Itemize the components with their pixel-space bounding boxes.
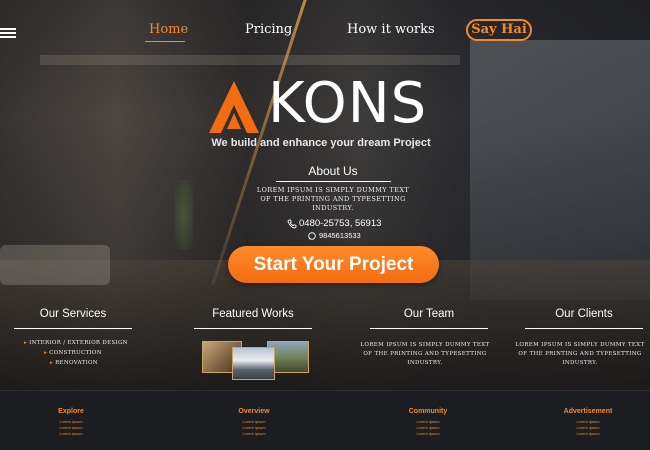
start-your-project-button[interactable]: Start Your Project [228,246,439,283]
services-title: Our Services [39,308,107,320]
footer-column-overview: Overview Lorem ipsum Lorem ipsum Lorem i… [229,408,279,437]
phone-icon [287,219,297,228]
team-text: Lorem Ipsum is simply dummy text of the … [360,342,490,366]
footer-column-explore: Explore Lorem ipsum Lorem ipsum Lorem ip… [46,408,96,437]
footer-column-title: Community [408,408,448,415]
footer: Explore Lorem ipsum Lorem ipsum Lorem ip… [0,390,650,450]
team-title: Our Team [403,308,455,320]
plant-shape [175,180,193,250]
say-hai-button[interactable]: Say Hai [466,19,532,41]
whatsapp-icon [308,231,316,240]
about-us-text: Lorem Ipsum is simply dummy text of the … [256,186,410,212]
nav-home-link[interactable]: Home [149,22,188,37]
clients-title: Our Clients [555,308,613,320]
footer-link[interactable]: Lorem ipsum [46,431,96,437]
clients-divider [525,328,643,329]
about-divider [276,181,391,182]
services-list: Interior / Exterior Design Construction … [24,338,134,368]
nav-home-active-underline [145,41,185,42]
phone-row: 0480-25753, 56913 [287,218,381,229]
footer-link[interactable]: Lorem ipsum [403,431,453,437]
about-us-title: About Us [308,164,358,178]
whatsapp-number: 9845613533 [319,231,361,240]
footer-column-title: Overview [238,408,270,415]
service-item[interactable]: Interior / Exterior Design [24,338,134,348]
footer-link[interactable]: Lorem ipsum [229,431,279,437]
footer-column-title: Advertisement [563,408,613,415]
nav-pricing-link[interactable]: Pricing [245,22,292,37]
clients-text: Lorem Ipsum is simply dummy text of the … [515,342,645,366]
featured-works-divider [194,328,312,329]
hamburger-menu-icon[interactable] [0,28,16,39]
whatsapp-row: 9845613533 [308,231,361,240]
phone-number: 0480-25753, 56913 [299,218,382,229]
ceiling-light [40,55,460,65]
footer-link[interactable]: Lorem ipsum [558,431,618,437]
logo-a-icon [209,81,259,133]
footer-column-advertisement: Advertisement Lorem ipsum Lorem ipsum Lo… [558,408,618,437]
sofa-shape [0,245,110,285]
service-item[interactable]: Renovation [24,358,134,368]
services-divider [14,328,132,329]
nav-how-it-works-link[interactable]: How it works [347,22,435,37]
featured-works-title: Featured Works [212,308,294,320]
footer-column-title: Explore [58,408,84,415]
footer-column-community: Community Lorem ipsum Lorem ipsum Lorem … [403,408,453,437]
service-item[interactable]: Construction [24,348,134,358]
team-divider [370,328,488,329]
brand-name: KONS [268,71,428,136]
brand-tagline: We build and enhance your dream Project [211,137,431,149]
featured-work-thumbnail[interactable] [232,347,275,380]
